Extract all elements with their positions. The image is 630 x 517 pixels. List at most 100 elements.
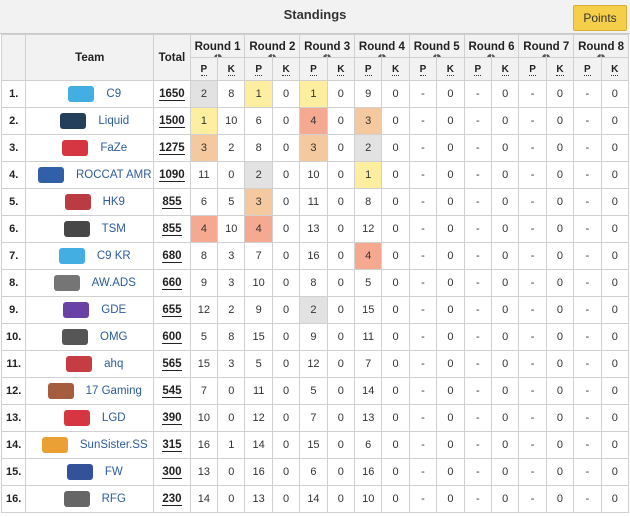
placement-cell: 1 xyxy=(354,161,383,189)
team-name-link[interactable]: 17 Gaming xyxy=(86,385,142,397)
team-name-link[interactable]: AW.ADS xyxy=(92,277,136,289)
kills-cell: 0 xyxy=(326,107,356,135)
info-icon[interactable]: i xyxy=(268,54,277,57)
placement-cell: 6 xyxy=(299,458,328,486)
info-icon[interactable]: i xyxy=(487,54,496,57)
kills-cell: 0 xyxy=(545,242,575,270)
kills-cell: 0 xyxy=(490,80,520,108)
ahq-logo-icon xyxy=(66,356,93,372)
round-header-5: Round 5i xyxy=(408,34,465,58)
rank-cell: 8. xyxy=(0,269,27,297)
placement-cell: 8 xyxy=(354,188,383,216)
team-name-link[interactable]: ROCCAT AMR xyxy=(76,169,152,181)
placement-cell: 14 xyxy=(299,485,328,513)
round-label: Round 3 xyxy=(304,41,351,53)
placement-cell: - xyxy=(518,188,547,216)
placement-cell: 13 xyxy=(244,485,273,513)
team-name-link[interactable]: LGD xyxy=(102,412,126,424)
team-name-link[interactable]: TSM xyxy=(102,223,126,235)
total-value: 600 xyxy=(162,331,182,344)
placement-cell: 12 xyxy=(354,215,383,243)
kills-header: K xyxy=(490,57,520,81)
placement-cell: 12 xyxy=(299,350,328,378)
lgd-logo-icon xyxy=(63,410,90,426)
kills-cell: 0 xyxy=(381,350,410,378)
info-icon[interactable]: i xyxy=(597,54,606,57)
rank-cell: 7. xyxy=(0,242,27,270)
kills-header: K xyxy=(326,57,356,81)
placement-cell: - xyxy=(518,323,547,351)
kills-header: K xyxy=(217,57,246,81)
placement-cell: 9 xyxy=(354,80,383,108)
placement-header: P xyxy=(408,57,438,81)
kills-cell: 0 xyxy=(436,134,465,162)
placement-cell: - xyxy=(463,485,492,513)
info-icon[interactable]: i xyxy=(542,54,551,57)
team-name-link[interactable]: Liquid xyxy=(98,115,129,127)
total-value: 1650 xyxy=(159,88,185,101)
kills-cell: 0 xyxy=(436,107,465,135)
rank-cell: 12. xyxy=(0,377,27,405)
placement-cell: 4 xyxy=(299,107,328,135)
kills-cell: 0 xyxy=(600,242,630,270)
kills-cell: 0 xyxy=(326,458,356,486)
placement-cell: 11 xyxy=(354,323,383,351)
info-icon[interactable]: i xyxy=(323,54,332,57)
total-value: 545 xyxy=(162,385,182,398)
total-cell: 565 xyxy=(153,350,191,378)
kills-cell: 8 xyxy=(217,80,246,108)
total-cell: 1500 xyxy=(153,107,191,135)
placement-label: P xyxy=(529,63,536,76)
placement-cell: 7 xyxy=(244,242,273,270)
tsm-logo-icon xyxy=(63,221,90,237)
kills-cell: 0 xyxy=(600,323,630,351)
team-name-link[interactable]: GDE xyxy=(101,304,126,316)
kills-cell: 0 xyxy=(600,269,630,297)
placement-cell: - xyxy=(463,134,492,162)
placement-label: P xyxy=(584,63,591,76)
placement-cell: - xyxy=(463,323,492,351)
points-button[interactable]: Points xyxy=(573,5,627,31)
kills-cell: 0 xyxy=(436,161,465,189)
team-name-link[interactable]: FW xyxy=(105,466,123,478)
total-value: 300 xyxy=(162,466,182,479)
placement-cell: 3 xyxy=(299,134,328,162)
rank-cell: 11. xyxy=(0,350,27,378)
team-name-link[interactable]: RFG xyxy=(102,493,126,505)
table-row: 2. Liquid 1500 1 10 6 0 4 0 3 0-0-0-0-0 xyxy=(0,107,630,135)
placement-cell: - xyxy=(463,215,492,243)
total-header[interactable]: Total xyxy=(153,34,191,81)
placement-cell: - xyxy=(463,107,492,135)
placement-cell: - xyxy=(408,134,438,162)
placement-cell: - xyxy=(408,107,438,135)
kills-cell: 0 xyxy=(545,107,575,135)
team-name-link[interactable]: C9 xyxy=(106,88,121,100)
kills-cell: 0 xyxy=(381,134,410,162)
kills-cell: 0 xyxy=(271,404,301,432)
placement-cell: - xyxy=(573,215,602,243)
info-icon[interactable]: i xyxy=(432,54,441,57)
team-name-link[interactable]: ahq xyxy=(104,358,123,370)
placement-cell: - xyxy=(573,242,602,270)
info-icon[interactable]: i xyxy=(377,54,386,57)
placement-cell: - xyxy=(463,431,492,459)
team-name-link[interactable]: OMG xyxy=(100,331,127,343)
placement-cell: - xyxy=(518,161,547,189)
placement-cell: - xyxy=(573,404,602,432)
placement-cell: 8 xyxy=(189,242,219,270)
kills-cell: 0 xyxy=(490,188,520,216)
round-header-8: Round 8i xyxy=(573,34,629,58)
placement-header: P xyxy=(463,57,492,81)
kills-cell: 0 xyxy=(381,215,410,243)
team-name-link[interactable]: C9 KR xyxy=(97,250,131,262)
placement-cell: 5 xyxy=(189,323,219,351)
kills-cell: 0 xyxy=(381,269,410,297)
placement-cell: 15 xyxy=(354,296,383,324)
info-icon[interactable]: i xyxy=(213,54,222,57)
rank-cell: 16. xyxy=(0,485,27,513)
kills-cell: 0 xyxy=(436,431,465,459)
team-name-link[interactable]: SunSister.SS xyxy=(80,439,148,451)
team-name-link[interactable]: HK9 xyxy=(103,196,125,208)
kills-cell: 0 xyxy=(490,215,520,243)
team-name-link[interactable]: FaZe xyxy=(100,142,127,154)
